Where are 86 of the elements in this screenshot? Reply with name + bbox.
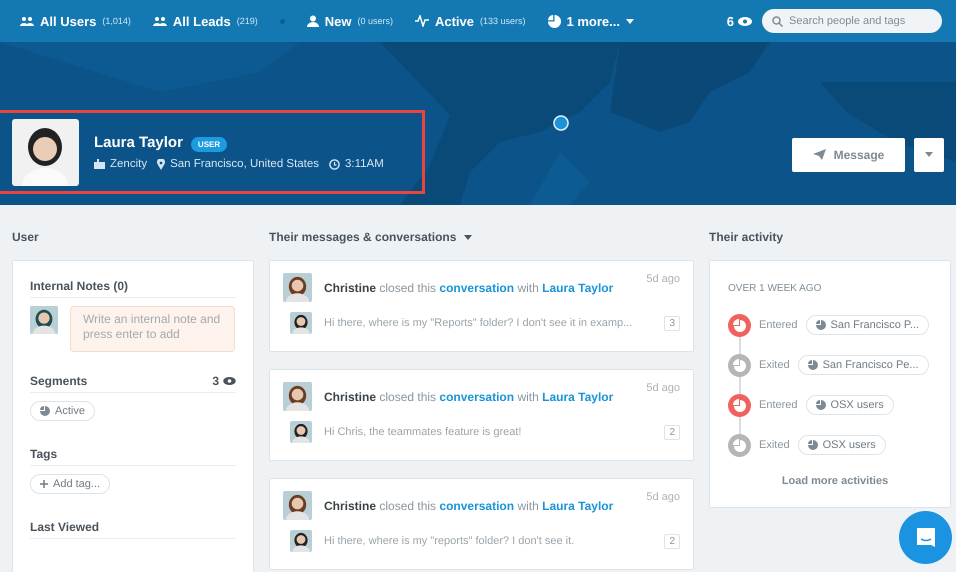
location-pin-icon xyxy=(157,158,166,170)
user-link[interactable]: Laura Taylor xyxy=(542,390,614,404)
location-text: San Francisco, United States xyxy=(170,158,320,170)
users-icon xyxy=(152,16,167,26)
eye-icon xyxy=(223,377,236,385)
company-name: Zencity xyxy=(110,158,148,170)
user-link[interactable]: Laura Taylor xyxy=(542,280,614,294)
avatar xyxy=(290,530,312,552)
avatar xyxy=(283,273,312,302)
pie-chart-icon xyxy=(816,320,826,330)
avatar xyxy=(283,382,312,411)
message-count: 3 xyxy=(664,316,680,330)
message-preview: Hi there, where is my "reports" folder? I don't see it. xyxy=(324,535,574,547)
clock-icon xyxy=(329,158,340,170)
segment-link[interactable]: All Users (1,014) xyxy=(20,14,131,28)
message-count: 2 xyxy=(664,534,680,548)
timestamp: 5d ago xyxy=(646,382,680,394)
search-field[interactable]: Search people and tags xyxy=(762,9,942,33)
section-title: Last Viewed xyxy=(30,520,100,534)
section-title: Segments xyxy=(30,374,88,388)
segment-tag[interactable]: San Francisco Pe... xyxy=(798,355,929,375)
profile-photo xyxy=(12,118,79,186)
pie-chart-icon xyxy=(808,360,818,370)
message-count: 2 xyxy=(664,424,680,440)
conversation-link[interactable]: conversation xyxy=(439,390,514,404)
segment-tag[interactable]: OSX users xyxy=(806,395,894,415)
conversation-summary: Christine closed this conversation with Laura Taylor xyxy=(324,390,614,404)
plus-icon xyxy=(40,480,48,488)
column-heading: User xyxy=(12,230,40,244)
user-badge: USER xyxy=(190,137,228,152)
viewer-count: 3 xyxy=(212,374,236,388)
add-tag-button[interactable]: Add tag... xyxy=(30,474,110,494)
conversation-link[interactable]: conversation xyxy=(439,280,514,294)
conversation-card[interactable]: Christine closed this conversation with Laura Taylor 5d ago Hi there, where is my "reports" folder? I don't see it. 2 xyxy=(269,478,694,570)
section-title: Internal Notes (0) xyxy=(30,279,128,293)
timestamp: 5d ago xyxy=(646,491,680,503)
conversation-card[interactable]: Christine closed this conversation with Laura Taylor 5d ago Hi there, where is my "Reports" folder? I don't see it in examp... 3 xyxy=(269,260,694,352)
avatar xyxy=(290,421,312,443)
chat-launcher-button[interactable] xyxy=(899,511,952,564)
message-button[interactable]: Message xyxy=(792,138,905,172)
pie-chart-icon xyxy=(40,406,50,416)
local-time: 3:11AM xyxy=(345,158,384,170)
event-action: Entered xyxy=(759,319,798,331)
segment-link[interactable]: New (0 users) xyxy=(306,14,393,28)
conversation-summary: Christine closed this conversation with Laura Taylor xyxy=(324,280,614,294)
caret-icon xyxy=(925,152,933,157)
conversation-card[interactable]: Christine closed this conversation with Laura Taylor 5d ago Hi Chris, the teammates feature is great! 2 xyxy=(269,369,694,461)
segment-tag[interactable]: San Francisco P... xyxy=(806,315,929,335)
pie-chart-icon xyxy=(548,14,561,28)
user-link[interactable]: Laura Taylor xyxy=(542,498,614,512)
column-heading[interactable]: Their messages & conversations xyxy=(269,230,694,244)
avatar xyxy=(283,491,312,520)
eye-icon xyxy=(738,16,752,26)
column-heading: Their activity xyxy=(709,230,784,244)
segment-link[interactable]: 1 more... xyxy=(548,14,634,28)
caret-icon xyxy=(626,18,634,24)
conversation-summary: Christine closed this conversation with Laura Taylor xyxy=(324,498,614,512)
pie-chart-icon xyxy=(808,440,818,450)
segment-tag[interactable]: OSX users xyxy=(798,435,886,455)
message-options-button[interactable] xyxy=(914,138,944,172)
segment-link[interactable]: Active (133 users) xyxy=(414,14,526,28)
user-icon xyxy=(306,15,319,27)
message-preview: Hi there, where is my "Reports" folder? I don't see it in examp... xyxy=(324,317,632,329)
note-field[interactable]: Write an internal note and press enter to add xyxy=(70,306,235,352)
segment-link[interactable]: All Leads (219) xyxy=(152,14,258,28)
section-title: Tags xyxy=(30,447,58,461)
viewer-count: 6 xyxy=(726,14,752,28)
conversation-link[interactable]: conversation xyxy=(439,498,514,512)
timestamp: 5d ago xyxy=(646,273,680,285)
event-action: Exited xyxy=(759,359,790,371)
profile-name: Laura Taylor xyxy=(94,134,183,151)
load-more-link[interactable]: Load more activities xyxy=(728,475,942,487)
avatar xyxy=(30,306,58,334)
segment-tag[interactable]: Active xyxy=(30,401,95,421)
building-icon xyxy=(94,159,105,169)
event-action: Entered xyxy=(759,399,798,411)
pulse-icon xyxy=(414,15,429,27)
avatar xyxy=(290,312,312,334)
period-label: OVER 1 WEEK AGO xyxy=(728,283,822,294)
users-icon xyxy=(20,16,34,26)
separator-dot xyxy=(280,18,285,24)
paper-plane-icon xyxy=(812,149,826,160)
caret-icon xyxy=(464,234,472,240)
event-action: Exited xyxy=(759,439,790,451)
message-preview: Hi Chris, the teammates feature is great! xyxy=(324,426,522,438)
pie-chart-icon xyxy=(816,400,826,410)
